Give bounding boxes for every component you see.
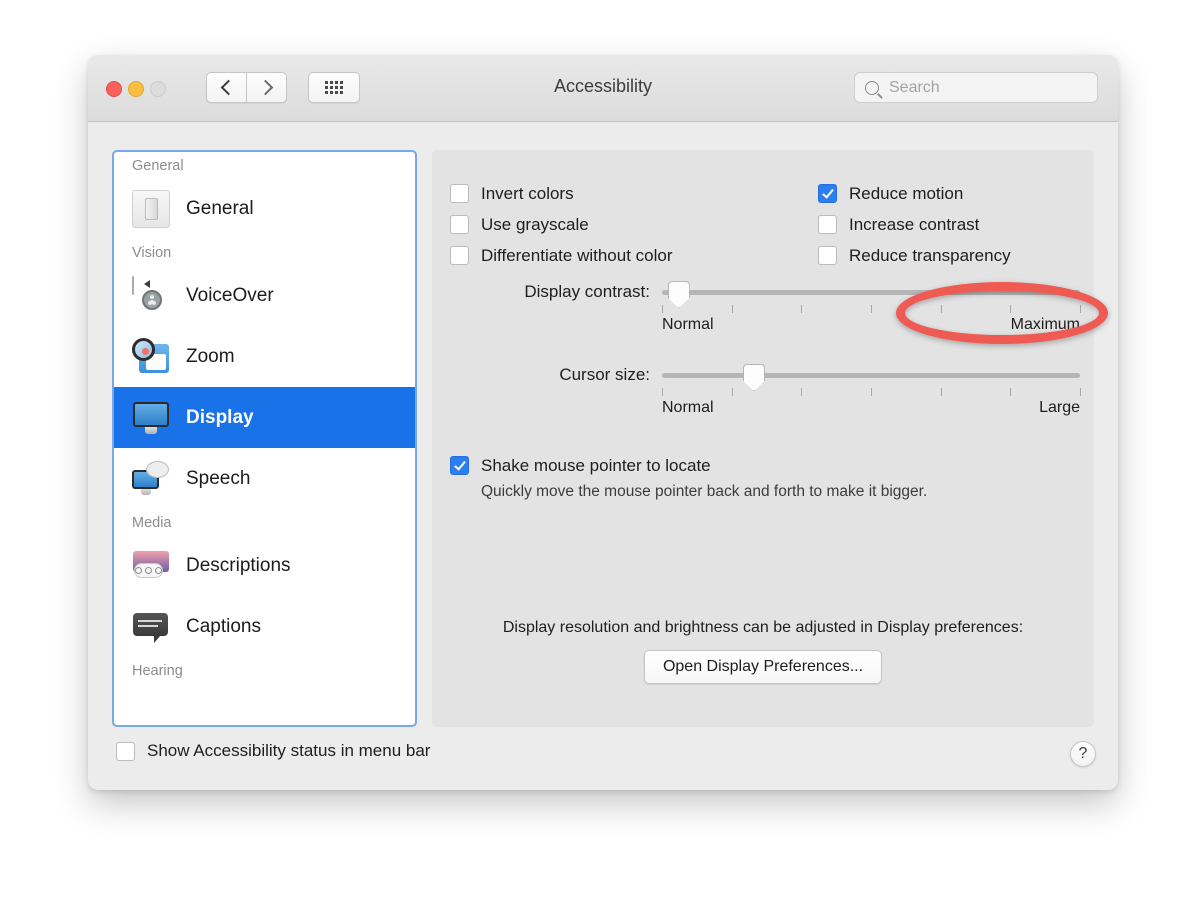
sidebar-item-label: General: [186, 198, 254, 220]
checkbox-label: Reduce motion: [849, 184, 963, 204]
slider-ticks: [662, 305, 1080, 313]
checkbox-label: Show Accessibility status in menu bar: [147, 741, 430, 761]
sidebar-item-label: Captions: [186, 616, 261, 638]
sidebar-item-label: Descriptions: [186, 555, 291, 577]
sidebar-section-media: Media: [114, 509, 415, 535]
sidebar-item-display[interactable]: Display: [114, 387, 415, 448]
checkbox-increase-contrast[interactable]: Increase contrast: [818, 209, 1011, 240]
checkbox-box[interactable]: [818, 184, 837, 203]
display-options-left-column: Invert colors Use grayscale Differentiat…: [450, 178, 673, 271]
display-monitor-icon: [132, 399, 170, 437]
display-preferences-note: Display resolution and brightness can be…: [432, 619, 1094, 637]
window-body: General General Vision VoiceOver Zoom: [88, 122, 1118, 790]
checkbox-shake-mouse-pointer[interactable]: Shake mouse pointer to locate: [450, 450, 927, 481]
checkbox-box[interactable]: [116, 742, 135, 761]
shake-pointer-group: Shake mouse pointer to locate Quickly mo…: [450, 450, 927, 501]
shake-pointer-help-text: Quickly move the mouse pointer back and …: [481, 483, 927, 501]
display-options-right-column: Reduce motion Increase contrast Reduce t…: [818, 178, 1011, 271]
slider-track: [662, 373, 1080, 378]
checkbox-label: Reduce transparency: [849, 246, 1011, 266]
sidebar-item-label: Zoom: [186, 346, 235, 368]
slider-thumb[interactable]: [668, 281, 690, 308]
slider-caption: Cursor size:: [450, 365, 650, 385]
window-titlebar: Accessibility Search: [88, 55, 1118, 122]
sidebar-section-vision: Vision: [114, 239, 415, 265]
slider-max-label: Large: [1039, 399, 1080, 417]
checkbox-reduce-transparency[interactable]: Reduce transparency: [818, 240, 1011, 271]
checkbox-use-grayscale[interactable]: Use grayscale: [450, 209, 673, 240]
slider-min-label: Normal: [662, 316, 714, 334]
sidebar-item-label: VoiceOver: [186, 285, 274, 307]
sidebar-item-general[interactable]: General: [114, 178, 415, 239]
slider-display-contrast[interactable]: Display contrast: Normal Maximum: [450, 282, 1080, 302]
captions-icon: [132, 608, 170, 646]
checkbox-reduce-motion[interactable]: Reduce motion: [818, 178, 1011, 209]
checkbox-box[interactable]: [450, 215, 469, 234]
slider-track: [662, 290, 1080, 295]
speech-bubble-icon: [132, 460, 170, 498]
checkbox-label: Use grayscale: [481, 215, 589, 235]
open-display-preferences-button[interactable]: Open Display Preferences...: [644, 650, 882, 684]
slider-end-labels: Normal Large: [662, 399, 1080, 417]
checkbox-label: Shake mouse pointer to locate: [481, 456, 711, 476]
slider-thumb[interactable]: [743, 364, 765, 391]
sidebar-item-label: Display: [186, 407, 254, 429]
accessibility-feature-list[interactable]: General General Vision VoiceOver Zoom: [112, 150, 417, 727]
checkbox-label: Differentiate without color: [481, 246, 673, 266]
sidebar-item-zoom[interactable]: Zoom: [114, 326, 415, 387]
slider-track-area[interactable]: Normal Maximum: [662, 282, 1080, 302]
slider-cursor-size[interactable]: Cursor size: Normal Large: [450, 365, 1080, 385]
slider-end-labels: Normal Maximum: [662, 316, 1080, 334]
slider-min-label: Normal: [662, 399, 714, 417]
slider-ticks: [662, 388, 1080, 396]
display-settings-pane: Invert colors Use grayscale Differentiat…: [432, 150, 1094, 727]
checkbox-label: Invert colors: [481, 184, 574, 204]
sidebar-item-voiceover[interactable]: VoiceOver: [114, 265, 415, 326]
help-button[interactable]: ?: [1070, 741, 1096, 767]
descriptions-icon: [132, 547, 170, 585]
search-input[interactable]: Search: [854, 72, 1098, 103]
sidebar-section-general: General: [114, 152, 415, 178]
general-switch-icon: [132, 190, 170, 228]
sidebar-section-hearing: Hearing: [114, 657, 415, 683]
checkbox-show-accessibility-status[interactable]: Show Accessibility status in menu bar: [116, 741, 430, 761]
sidebar-item-captions[interactable]: Captions: [114, 596, 415, 657]
slider-caption: Display contrast:: [450, 282, 650, 302]
search-icon: [865, 81, 879, 95]
checkbox-differentiate-without-color[interactable]: Differentiate without color: [450, 240, 673, 271]
voiceover-icon: [132, 277, 170, 315]
checkbox-box[interactable]: [818, 215, 837, 234]
window-bottom-bar: Show Accessibility status in menu bar ?: [88, 727, 1118, 790]
search-placeholder: Search: [889, 79, 940, 97]
sidebar-item-descriptions[interactable]: Descriptions: [114, 535, 415, 596]
checkbox-box[interactable]: [450, 184, 469, 203]
preferences-window: Accessibility Search General General Vis…: [88, 55, 1118, 790]
checkbox-box[interactable]: [450, 456, 469, 475]
checkbox-invert-colors[interactable]: Invert colors: [450, 178, 673, 209]
slider-track-area[interactable]: Normal Large: [662, 365, 1080, 385]
slider-max-label: Maximum: [1011, 316, 1080, 334]
checkbox-box[interactable]: [818, 246, 837, 265]
sidebar-item-label: Speech: [186, 468, 250, 490]
sidebar-item-speech[interactable]: Speech: [114, 448, 415, 509]
checkbox-label: Increase contrast: [849, 215, 979, 235]
zoom-magnifier-icon: [132, 338, 170, 376]
checkbox-box[interactable]: [450, 246, 469, 265]
